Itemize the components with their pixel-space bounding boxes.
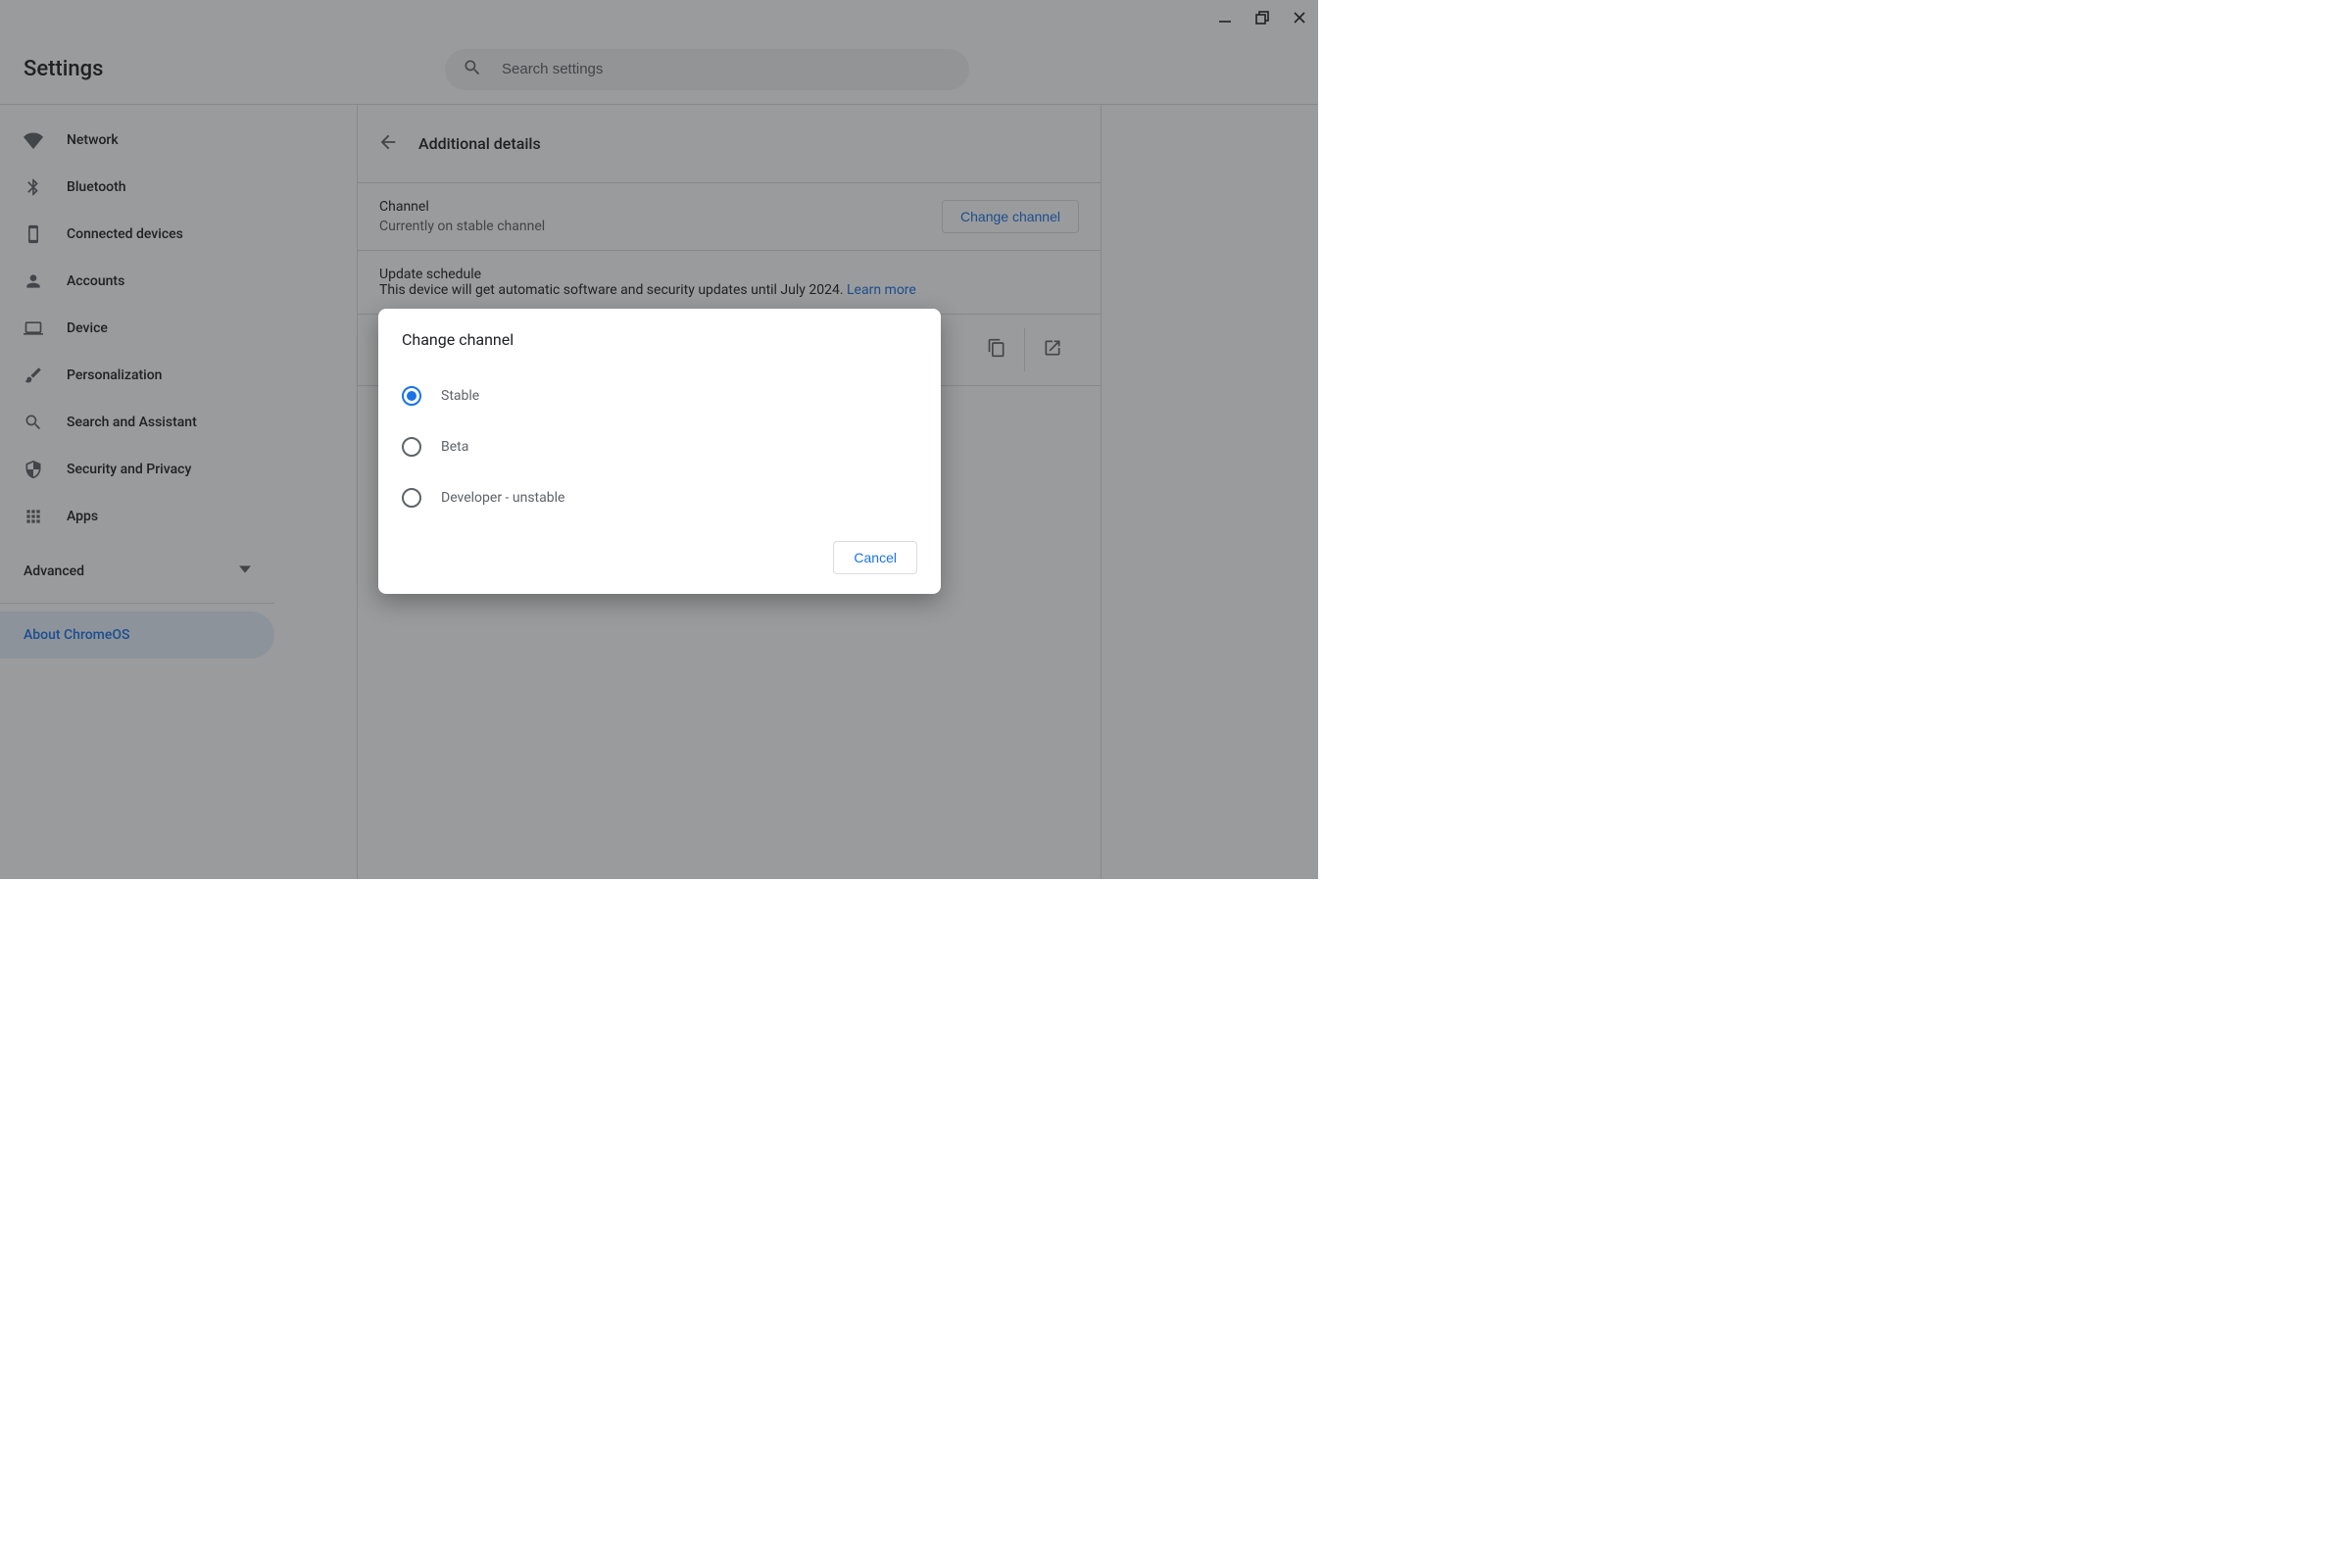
dialog-title: Change channel — [402, 330, 917, 349]
channel-option-label: Beta — [441, 439, 468, 455]
channel-option-label: Stable — [441, 388, 479, 404]
channel-option-stable[interactable]: Stable — [402, 370, 917, 421]
channel-option-beta[interactable]: Beta — [402, 421, 917, 472]
radio-unchecked-icon — [402, 488, 421, 508]
radio-checked-icon — [402, 386, 421, 406]
channel-option-developer[interactable]: Developer - unstable — [402, 472, 917, 523]
channel-option-label: Developer - unstable — [441, 490, 564, 506]
radio-unchecked-icon — [402, 437, 421, 457]
cancel-button[interactable]: Cancel — [833, 541, 917, 574]
change-channel-dialog: Change channel Stable Beta Developer - u… — [378, 309, 941, 594]
modal-overlay[interactable]: Change channel Stable Beta Developer - u… — [0, 0, 1318, 879]
